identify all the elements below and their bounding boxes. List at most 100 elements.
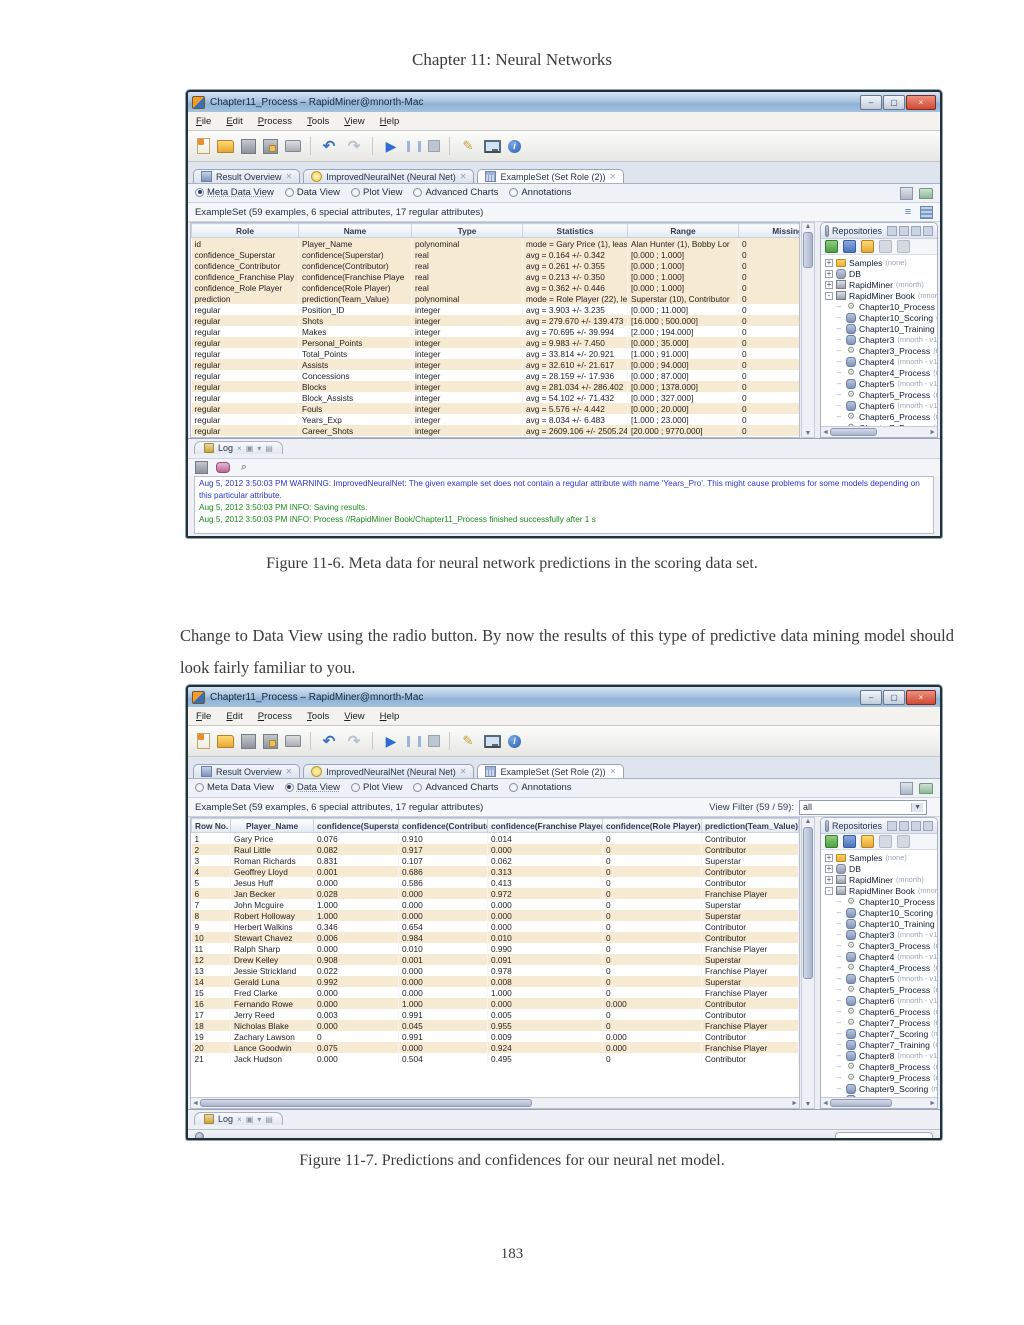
column-header[interactable]: prediction(Team_Value)	[701, 818, 799, 833]
table-row[interactable]: regular Blocks integer avg = 281.034 +/- 28…	[191, 381, 799, 392]
tree-item-chapter10-training[interactable]: –Chapter10_Training(mnorth	[823, 918, 937, 929]
tree-item-rapidminer-book[interactable]: - RapidMiner Book(mnorth)	[823, 290, 937, 301]
table-row[interactable]: 6 Jan Becker 0.028 0.000 0.972 0 Franchise Pla…	[191, 888, 799, 899]
stop-icon[interactable]	[428, 140, 440, 152]
copy-icon[interactable]	[879, 240, 892, 253]
tab-exampleset-set-role-2-[interactable]: ExampleSet (Set Role (2)) ✕	[477, 764, 625, 778]
table-row[interactable]: 1Gary Price0.0760.9100.0140Contributor2	[191, 832, 799, 844]
menu-help[interactable]: Help	[380, 711, 400, 722]
tree-item-chapter4-process[interactable]: – Chapter4_Process(mno	[823, 367, 937, 378]
tab-improvedneuralnet-neural-net-[interactable]: ImprovedNeuralNet (Neural Net) ✕	[303, 764, 475, 778]
store-icon[interactable]	[825, 835, 838, 848]
tree-expander-icon[interactable]: +	[825, 853, 833, 862]
view-radio-plot-view[interactable]: Plot View	[351, 187, 402, 198]
print2-icon[interactable]	[919, 782, 933, 794]
minimize-button[interactable]	[860, 94, 882, 110]
close-button[interactable]	[906, 689, 936, 705]
tree-item-chapter9-process[interactable]: – Chapter9_Process(mnorth	[823, 1072, 937, 1083]
table-row[interactable]: regular Fouls integer avg = 5.576 +/- 4.442…	[191, 403, 799, 414]
tree-item-chapter10-scoring[interactable]: – Chapter10_Scoring(mnor	[823, 312, 937, 323]
save-log-icon[interactable]	[195, 461, 208, 474]
tab-close-icon[interactable]: ✕	[460, 767, 467, 776]
tree-item-samples[interactable]: + Samples (none)	[823, 257, 937, 268]
table-row[interactable]: 3 Roman Richards 0.831 0.107 0.062 0 Superstar…	[191, 855, 799, 866]
tab-close-icon[interactable]: ✕	[460, 172, 467, 181]
tree-item-chapter3[interactable]: – Chapter3(mnorth - v1, 7/	[823, 334, 937, 345]
table-row[interactable]: id Player_Name polynominal mode = Gary Pric…	[191, 237, 799, 249]
save-icon[interactable]	[241, 138, 256, 154]
tab-exampleset-set-role-2-[interactable]: ExampleSet (Set Role (2)) ✕	[477, 169, 625, 183]
log-close-icon[interactable]: ×	[237, 1115, 242, 1124]
table-horizontal-scrollbar[interactable]: ◄ ►	[191, 1097, 799, 1108]
column-header[interactable]: Position_ID	[798, 818, 799, 833]
menu-tools[interactable]: Tools	[307, 116, 329, 127]
scrollbar-thumb[interactable]	[199, 1099, 532, 1107]
tree-item-chapter6[interactable]: – Chapter6(mnorth - v1, 7/	[823, 400, 937, 411]
tree-item-chapter4-process[interactable]: – Chapter4_Process(mnorth	[823, 962, 937, 973]
table-row[interactable]: regular Career_Shots integer avg = 2609.106…	[191, 425, 799, 436]
table-row[interactable]: 15 Fred Clarke 0.000 0.000 1.000 0 Franchise P…	[191, 987, 799, 998]
table-vertical-scrollbar[interactable]: ▲ ▼	[801, 817, 815, 1109]
save-icon[interactable]	[241, 733, 256, 749]
save-as-icon[interactable]	[263, 733, 278, 749]
scroll-left-icon[interactable]: ◄	[822, 1100, 829, 1107]
table-row[interactable]: 17Jerry Reed0.0030.9910.0050Contributor8	[191, 1009, 799, 1020]
scrollbar-thumb[interactable]	[829, 1099, 892, 1107]
save-view-icon[interactable]	[900, 781, 913, 795]
scrollbar-thumb[interactable]	[803, 232, 813, 268]
tab-close-icon[interactable]: ✕	[286, 172, 293, 181]
column-header[interactable]: Type	[411, 223, 523, 238]
tree-item-chapter7-process[interactable]: – Chapter7_Process(mnorth	[823, 1017, 937, 1028]
view-radio-data-view[interactable]: Data View	[284, 782, 340, 793]
stop-icon[interactable]	[428, 735, 440, 747]
scroll-right-icon[interactable]: ►	[929, 429, 936, 436]
run-icon[interactable]	[382, 137, 400, 155]
log-collapse-icon[interactable]: ▾	[257, 1115, 261, 1124]
menu-tools[interactable]: Tools	[307, 711, 329, 722]
tree-item-chapter10-scoring[interactable]: – Chapter10_Scoring(mnorth	[823, 907, 937, 918]
table-row[interactable]: regular Total_Points integer avg = 33.814 +…	[191, 348, 799, 359]
tree-item-chapter10-training[interactable]: –Chapter10_Training(mn	[823, 323, 937, 334]
maximize-button[interactable]	[883, 689, 905, 705]
tree-expander-icon[interactable]: +	[825, 864, 833, 873]
table-row[interactable]: 2Raul Little0.0820.9170.0000Contributor6	[191, 844, 799, 855]
save-as-icon[interactable]	[263, 138, 278, 154]
table-row[interactable]: regular Shots integer avg = 279.670 +/- 139…	[191, 315, 799, 326]
tree-item-chapter10-process[interactable]: –Chapter10_Process(mnor	[823, 301, 937, 312]
table-row[interactable]: 9 Herbert Walkins 0.346 0.654 0.000 0 Contribu…	[191, 921, 799, 932]
column-header[interactable]: Statistics	[522, 223, 628, 238]
table-row[interactable]: regular Personal_Points integer avg = 9.983…	[191, 337, 799, 348]
tree-item-chapter8[interactable]: – Chapter8(mnorth - v1, 7/31/1	[823, 1050, 937, 1061]
scroll-up-icon[interactable]: ▲	[805, 818, 812, 825]
table-row[interactable]: regular Concessions integer avg = 28.159 +/…	[191, 370, 799, 381]
log-collapse-icon[interactable]: ▾	[257, 444, 261, 453]
column-header[interactable]: confidence(Superstar)	[313, 818, 399, 833]
log-help-icon[interactable]: ▤	[265, 1115, 273, 1124]
tree-item-chapter8-process[interactable]: – Chapter8_Process(mnorth	[823, 1061, 937, 1072]
table-row[interactable]: regular Makes integer avg = 70.695 +/- 39.9…	[191, 326, 799, 337]
open-icon[interactable]	[217, 734, 234, 748]
info-icon[interactable]	[508, 734, 521, 748]
column-header[interactable]: confidence(Role Player)	[602, 818, 702, 833]
tree-item-chapter3-process[interactable]: – Chapter3_Process(mnorth	[823, 940, 937, 951]
table-row[interactable]: regular Years_Exp integer avg = 8.034 +/- 6…	[191, 414, 799, 425]
tree-item-chapter5[interactable]: – Chapter5(mnorth - v1, 7/15/1	[823, 973, 937, 984]
table-row[interactable]: 13 Jessie Strickland 0.022 0.000 0.978 0 Franc…	[191, 965, 799, 976]
table-row[interactable]: confidence_Franchise Play confidence(Fran…	[191, 271, 799, 282]
redo-icon[interactable]	[345, 137, 363, 155]
table-row[interactable]: prediction prediction(Team_Value) polynomi…	[191, 293, 799, 304]
tree-item-db[interactable]: + DB	[823, 268, 937, 279]
tree-item-chapter6-process[interactable]: – Chapter6_Process(mnorth	[823, 1006, 937, 1017]
menu-file[interactable]: File	[196, 116, 211, 127]
view-radio-annotations[interactable]: Annotations	[509, 782, 572, 793]
view-radio-plot-view[interactable]: Plot View	[351, 782, 402, 793]
column-header[interactable]: Range	[627, 223, 739, 238]
menu-file[interactable]: File	[196, 711, 211, 722]
paste-icon[interactable]	[897, 835, 910, 848]
tree-item-chapter5[interactable]: – Chapter5(mnorth - v1, 7/	[823, 378, 937, 389]
scroll-right-icon[interactable]: ►	[791, 1100, 798, 1107]
tree-item-samples[interactable]: + Samples (none)	[823, 852, 937, 863]
log-tab[interactable]: Log × ▣ ▾ ▤	[194, 441, 283, 454]
table-row[interactable]: regular Position_ID integer avg = 3.903 +/-…	[191, 304, 799, 315]
table-row[interactable]: 11 Ralph Sharp 0.000 0.010 0.990 0 Franchise P…	[191, 943, 799, 954]
